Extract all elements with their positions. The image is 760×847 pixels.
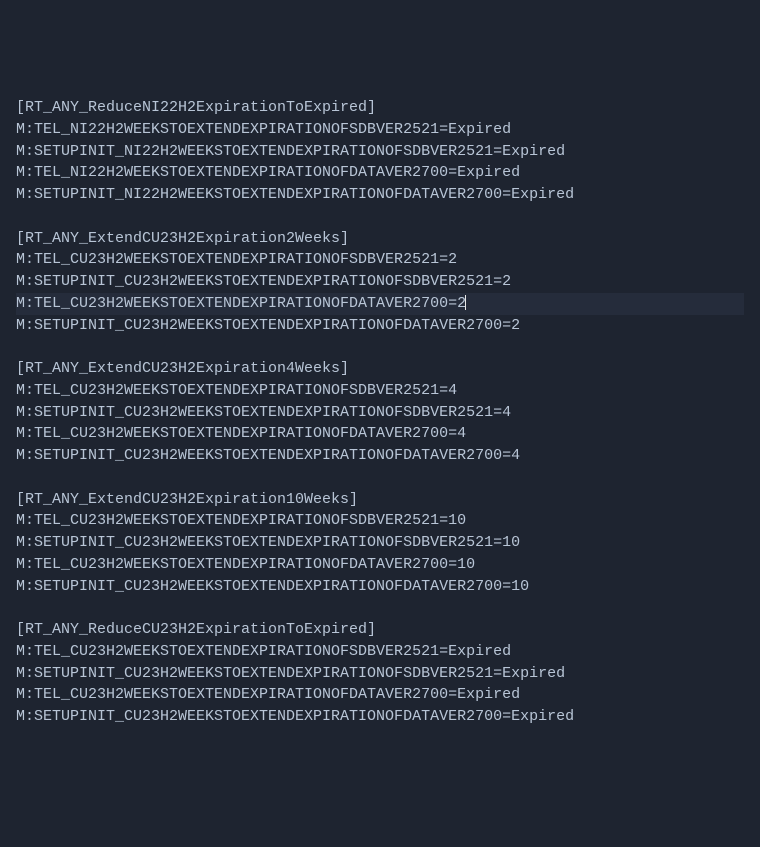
text-cursor — [465, 295, 466, 310]
blank-line — [16, 206, 744, 228]
section-header: [RT_ANY_ReduceCU23H2ExpirationToExpired] — [16, 619, 744, 641]
config-line: M:SETUPINIT_CU23H2WEEKSTOEXTENDEXPIRATIO… — [16, 576, 744, 598]
blank-line — [16, 336, 744, 358]
section-header: [RT_ANY_ExtendCU23H2Expiration10Weeks] — [16, 489, 744, 511]
config-line: M:SETUPINIT_CU23H2WEEKSTOEXTENDEXPIRATIO… — [16, 315, 744, 337]
config-line: M:TEL_NI22H2WEEKSTOEXTENDEXPIRATIONOFSDB… — [16, 119, 744, 141]
config-line: M:TEL_CU23H2WEEKSTOEXTENDEXPIRATIONOFSDB… — [16, 641, 744, 663]
config-line: M:SETUPINIT_CU23H2WEEKSTOEXTENDEXPIRATIO… — [16, 532, 744, 554]
config-line: M:TEL_NI22H2WEEKSTOEXTENDEXPIRATIONOFDAT… — [16, 162, 744, 184]
config-line: M:SETUPINIT_CU23H2WEEKSTOEXTENDEXPIRATIO… — [16, 271, 744, 293]
config-line: M:SETUPINIT_CU23H2WEEKSTOEXTENDEXPIRATIO… — [16, 402, 744, 424]
config-line: M:TEL_CU23H2WEEKSTOEXTENDEXPIRATIONOFSDB… — [16, 249, 744, 271]
config-line: M:TEL_CU23H2WEEKSTOEXTENDEXPIRATIONOFSDB… — [16, 380, 744, 402]
config-line: M:SETUPINIT_NI22H2WEEKSTOEXTENDEXPIRATIO… — [16, 184, 744, 206]
config-line: M:TEL_CU23H2WEEKSTOEXTENDEXPIRATIONOFDAT… — [16, 684, 744, 706]
section-header: [RT_ANY_ReduceNI22H2ExpirationToExpired] — [16, 97, 744, 119]
config-line: M:TEL_CU23H2WEEKSTOEXTENDEXPIRATIONOFDAT… — [16, 423, 744, 445]
config-line: M:SETUPINIT_CU23H2WEEKSTOEXTENDEXPIRATIO… — [16, 706, 744, 728]
config-line: M:SETUPINIT_CU23H2WEEKSTOEXTENDEXPIRATIO… — [16, 663, 744, 685]
section-header: [RT_ANY_ExtendCU23H2Expiration4Weeks] — [16, 358, 744, 380]
config-line: M:TEL_CU23H2WEEKSTOEXTENDEXPIRATIONOFDAT… — [16, 293, 744, 315]
config-line: M:TEL_CU23H2WEEKSTOEXTENDEXPIRATIONOFDAT… — [16, 554, 744, 576]
blank-line — [16, 467, 744, 489]
config-line: M:TEL_CU23H2WEEKSTOEXTENDEXPIRATIONOFSDB… — [16, 510, 744, 532]
config-line: M:SETUPINIT_NI22H2WEEKSTOEXTENDEXPIRATIO… — [16, 141, 744, 163]
blank-line — [16, 597, 744, 619]
config-line: M:SETUPINIT_CU23H2WEEKSTOEXTENDEXPIRATIO… — [16, 445, 744, 467]
code-editor-view[interactable]: [RT_ANY_ReduceNI22H2ExpirationToExpired]… — [16, 97, 744, 728]
section-header: [RT_ANY_ExtendCU23H2Expiration2Weeks] — [16, 228, 744, 250]
